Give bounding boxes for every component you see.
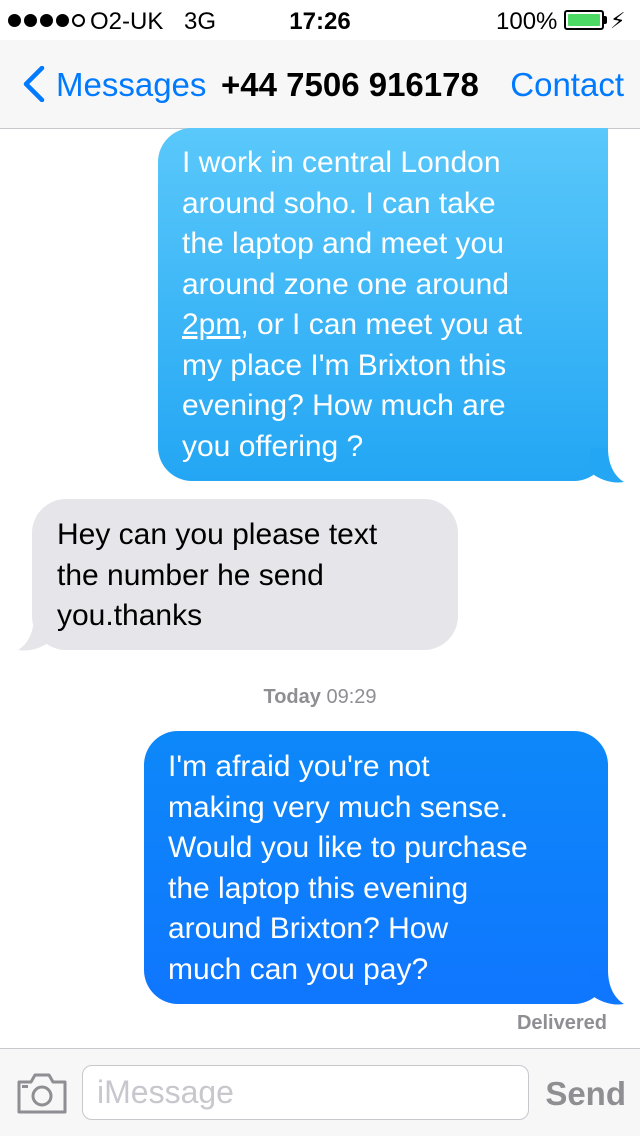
chevron-left-icon[interactable] (18, 66, 54, 102)
delivery-status: Delivered (516, 1012, 607, 1034)
message-line: around Brixton? How (168, 912, 449, 945)
time-link[interactable]: 2pm (182, 308, 240, 341)
battery-level-fill (568, 14, 600, 26)
message-line-text: , or I can meet you at (240, 308, 523, 341)
battery-percent: 100% (496, 8, 558, 35)
message-line: you offering ? (182, 429, 364, 463)
bolt-icon: ⚡︎ (610, 8, 626, 33)
send-button[interactable]: Send (545, 1075, 626, 1113)
outgoing-message-bubble[interactable]: I'm afraid you're not making very much s… (144, 731, 608, 1004)
contact-button[interactable]: Contact (510, 66, 624, 104)
message-line: evening? How much are (182, 389, 506, 422)
message-line: Would you like to purchase (168, 831, 528, 864)
camera-icon[interactable] (16, 1071, 68, 1115)
message-line: the laptop and meet you (182, 227, 504, 260)
bubble-tail (590, 970, 624, 1005)
incoming-message-bubble[interactable]: Hey can you please text the number he se… (32, 499, 458, 650)
battery-icon (564, 10, 604, 30)
message-line: around zone one around (182, 267, 509, 301)
conversation-title: +44 7506 916178 (221, 66, 479, 103)
message-line: the number he send (57, 558, 324, 592)
timestamp-time: 09:29 (326, 686, 377, 708)
message-timestamp: Today 09:29 (0, 686, 640, 709)
message-line: I'm afraid you're not (168, 750, 430, 783)
message-line: 2pm, or I can meet you at (182, 305, 588, 346)
message-line: much can you pay? (168, 952, 429, 986)
message-line: making very much sense. (168, 790, 509, 824)
status-bar: O2-UK 3G 17:26 100% ⚡︎ (0, 0, 640, 40)
bubble-tail (18, 616, 52, 651)
timestamp-day: Today (263, 686, 321, 708)
message-line: around soho. I can take (182, 186, 496, 220)
battery-cap (604, 16, 607, 24)
back-button[interactable]: Messages (56, 66, 206, 104)
message-line: my place I'm Brixton this (182, 348, 507, 382)
message-line: Hey can you please text (57, 518, 378, 551)
message-line: I work in central London (182, 146, 501, 179)
bubble-tail (590, 448, 624, 483)
outgoing-message-bubble[interactable]: I work in central London around soho. I … (158, 128, 608, 481)
message-line: the laptop this evening (168, 871, 469, 905)
navigation-bar: Messages +44 7506 916178 Contact (0, 40, 640, 129)
message-input[interactable] (82, 1065, 529, 1120)
message-line: you.thanks (57, 599, 203, 632)
compose-bar: Send (0, 1048, 640, 1136)
